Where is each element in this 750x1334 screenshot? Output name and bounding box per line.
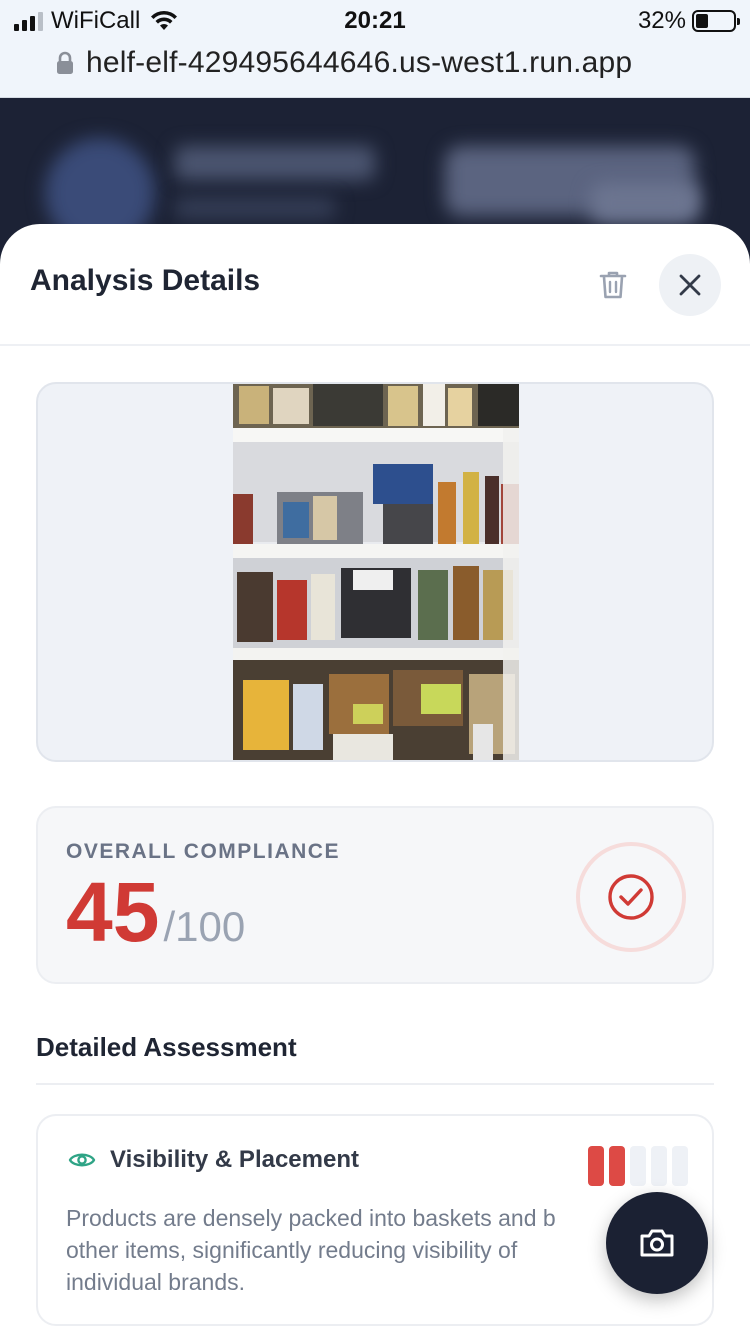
check-circle-icon	[576, 842, 686, 952]
analysis-details-sheet: Analysis Details OVERALL COMPLIANCE 45 /…	[0, 224, 750, 1334]
lock-icon	[57, 51, 73, 74]
blurred-subtitle	[175, 198, 335, 218]
blurred-button-secondary	[590, 183, 700, 223]
compliance-label: OVERALL COMPLIANCE	[66, 840, 340, 863]
battery-fill	[696, 14, 708, 28]
url-bar[interactable]: helf-elf-429495644646.us-west1.run.app	[0, 40, 750, 98]
rating-segment	[672, 1146, 688, 1186]
status-right: 32%	[637, 7, 740, 35]
battery-icon	[692, 10, 740, 32]
assessment-header: Visibility & Placement	[68, 1146, 359, 1174]
rating-segment	[609, 1146, 625, 1186]
rating-meter	[588, 1146, 688, 1186]
sheet-header: Analysis Details	[0, 224, 750, 346]
detailed-assessment-title: Detailed Assessment	[36, 1032, 297, 1062]
assessment-description: Products are densely packed into baskets…	[66, 1202, 626, 1298]
delete-button[interactable]	[590, 262, 636, 308]
rating-segment	[630, 1146, 646, 1186]
battery-percent: 32%	[637, 7, 686, 34]
url-text: helf-elf-429495644646.us-west1.run.app	[86, 46, 633, 79]
section-divider	[36, 1083, 714, 1085]
eye-icon	[68, 1153, 96, 1167]
status-bar: WiFiCall 20:21 32%	[0, 0, 750, 40]
score-max: /100	[163, 903, 246, 950]
close-button[interactable]	[659, 254, 721, 316]
blurred-title	[175, 146, 375, 180]
compliance-score: 45 /100	[66, 870, 245, 954]
rating-segment	[588, 1146, 604, 1186]
analysis-photo-card	[36, 382, 714, 762]
camera-button[interactable]	[606, 1192, 708, 1294]
rating-segment	[651, 1146, 667, 1186]
description-line: other items, significantly reducing visi…	[66, 1237, 518, 1263]
pantry-photo	[233, 384, 519, 760]
trash-icon	[599, 271, 627, 299]
score-number: 45	[66, 865, 160, 959]
url-field[interactable]: helf-elf-429495644646.us-west1.run.app	[56, 46, 632, 80]
compliance-score-card: OVERALL COMPLIANCE 45 /100	[36, 806, 714, 984]
assessment-name: Visibility & Placement	[110, 1146, 359, 1173]
sheet-title: Analysis Details	[30, 264, 261, 297]
camera-icon	[640, 1229, 674, 1257]
close-icon	[679, 274, 701, 296]
description-line: individual brands.	[66, 1269, 246, 1295]
description-line: Products are densely packed into baskets…	[66, 1205, 556, 1231]
